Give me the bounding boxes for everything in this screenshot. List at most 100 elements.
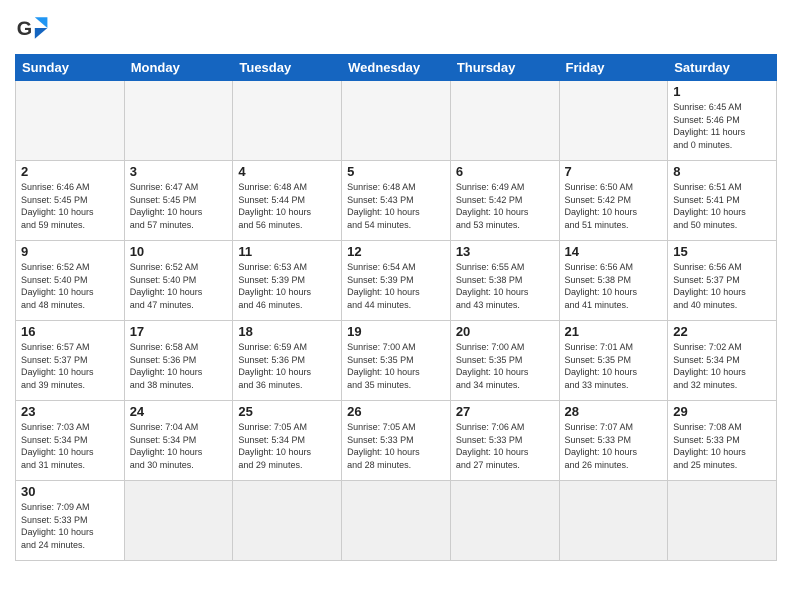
calendar-cell: 4 Sunrise: 6:48 AM Sunset: 5:44 PM Daylig… bbox=[233, 161, 342, 241]
day-number: 27 bbox=[456, 404, 554, 419]
day-number: 16 bbox=[21, 324, 119, 339]
calendar-cell: 24Sunrise: 7:04 AM Sunset: 5:34 PM Dayli… bbox=[124, 401, 233, 481]
calendar-cell: 9 Sunrise: 6:52 AM Sunset: 5:40 PM Daylig… bbox=[16, 241, 125, 321]
calendar-cell bbox=[16, 81, 125, 161]
day-info: Sunrise: 7:09 AM Sunset: 5:33 PM Dayligh… bbox=[21, 501, 119, 551]
calendar-cell: 11 Sunrise: 6:53 AM Sunset: 5:39 PM Dayli… bbox=[233, 241, 342, 321]
day-number: 21 bbox=[565, 324, 663, 339]
calendar-cell bbox=[559, 81, 668, 161]
day-info: Sunrise: 7:00 AM Sunset: 5:35 PM Dayligh… bbox=[456, 341, 554, 391]
day-number: 18 bbox=[238, 324, 336, 339]
calendar-cell: 16Sunrise: 6:57 AM Sunset: 5:37 PM Dayli… bbox=[16, 321, 125, 401]
calendar-week-4: 23 Sunrise: 7:03 AM Sunset: 5:34 PM Dayli… bbox=[16, 401, 777, 481]
calendar-cell: 8 Sunrise: 6:51 AM Sunset: 5:41 PM Daylig… bbox=[668, 161, 777, 241]
day-info: Sunrise: 6:49 AM Sunset: 5:42 PM Dayligh… bbox=[456, 181, 554, 231]
calendar-cell: 19 Sunrise: 7:00 AM Sunset: 5:35 PM Dayli… bbox=[342, 321, 451, 401]
calendar-cell: 10Sunrise: 6:52 AM Sunset: 5:40 PM Dayli… bbox=[124, 241, 233, 321]
day-number: 19 bbox=[347, 324, 445, 339]
day-info: Sunrise: 6:52 AM Sunset: 5:40 PM Dayligh… bbox=[130, 261, 228, 311]
calendar-cell bbox=[342, 481, 451, 561]
calendar-cell: 20 Sunrise: 7:00 AM Sunset: 5:35 PM Dayli… bbox=[450, 321, 559, 401]
calendar-week-2: 9 Sunrise: 6:52 AM Sunset: 5:40 PM Daylig… bbox=[16, 241, 777, 321]
calendar-cell: 18 Sunrise: 6:59 AM Sunset: 5:36 PM Dayli… bbox=[233, 321, 342, 401]
calendar-cell bbox=[233, 481, 342, 561]
day-info: Sunrise: 7:00 AM Sunset: 5:35 PM Dayligh… bbox=[347, 341, 445, 391]
day-number: 15 bbox=[673, 244, 771, 259]
calendar-cell: 30Sunrise: 7:09 AM Sunset: 5:33 PM Dayli… bbox=[16, 481, 125, 561]
day-number: 2 bbox=[21, 164, 119, 179]
calendar-week-5: 30Sunrise: 7:09 AM Sunset: 5:33 PM Dayli… bbox=[16, 481, 777, 561]
day-info: Sunrise: 7:04 AM Sunset: 5:34 PM Dayligh… bbox=[130, 421, 228, 471]
day-number: 13 bbox=[456, 244, 554, 259]
day-number: 23 bbox=[21, 404, 119, 419]
day-number: 1 bbox=[673, 84, 771, 99]
day-info: Sunrise: 7:03 AM Sunset: 5:34 PM Dayligh… bbox=[21, 421, 119, 471]
day-info: Sunrise: 6:45 AM Sunset: 5:46 PM Dayligh… bbox=[673, 101, 771, 151]
day-number: 8 bbox=[673, 164, 771, 179]
col-header-tuesday: Tuesday bbox=[233, 55, 342, 81]
day-info: Sunrise: 6:53 AM Sunset: 5:39 PM Dayligh… bbox=[238, 261, 336, 311]
calendar-cell: 25 Sunrise: 7:05 AM Sunset: 5:34 PM Dayli… bbox=[233, 401, 342, 481]
col-header-sunday: Sunday bbox=[16, 55, 125, 81]
calendar-cell: 13 Sunrise: 6:55 AM Sunset: 5:38 PM Dayli… bbox=[450, 241, 559, 321]
day-info: Sunrise: 6:50 AM Sunset: 5:42 PM Dayligh… bbox=[565, 181, 663, 231]
day-info: Sunrise: 6:55 AM Sunset: 5:38 PM Dayligh… bbox=[456, 261, 554, 311]
day-number: 9 bbox=[21, 244, 119, 259]
col-header-monday: Monday bbox=[124, 55, 233, 81]
day-info: Sunrise: 6:48 AM Sunset: 5:44 PM Dayligh… bbox=[238, 181, 336, 231]
calendar-cell: 22 Sunrise: 7:02 AM Sunset: 5:34 PM Dayli… bbox=[668, 321, 777, 401]
header: G bbox=[15, 10, 777, 46]
calendar-cell: 15 Sunrise: 6:56 AM Sunset: 5:37 PM Dayli… bbox=[668, 241, 777, 321]
calendar-cell: 29 Sunrise: 7:08 AM Sunset: 5:33 PM Dayli… bbox=[668, 401, 777, 481]
day-info: Sunrise: 7:06 AM Sunset: 5:33 PM Dayligh… bbox=[456, 421, 554, 471]
calendar-header-row: SundayMondayTuesdayWednesdayThursdayFrid… bbox=[16, 55, 777, 81]
logo: G bbox=[15, 10, 55, 46]
day-number: 25 bbox=[238, 404, 336, 419]
day-number: 29 bbox=[673, 404, 771, 419]
day-number: 20 bbox=[456, 324, 554, 339]
calendar-cell bbox=[342, 81, 451, 161]
calendar-cell bbox=[124, 81, 233, 161]
day-info: Sunrise: 6:47 AM Sunset: 5:45 PM Dayligh… bbox=[130, 181, 228, 231]
svg-text:G: G bbox=[17, 18, 32, 40]
calendar-cell bbox=[450, 81, 559, 161]
calendar-cell: 3Sunrise: 6:47 AM Sunset: 5:45 PM Daylig… bbox=[124, 161, 233, 241]
calendar-cell bbox=[450, 481, 559, 561]
day-info: Sunrise: 6:52 AM Sunset: 5:40 PM Dayligh… bbox=[21, 261, 119, 311]
col-header-wednesday: Wednesday bbox=[342, 55, 451, 81]
calendar-cell bbox=[233, 81, 342, 161]
day-info: Sunrise: 6:56 AM Sunset: 5:38 PM Dayligh… bbox=[565, 261, 663, 311]
day-info: Sunrise: 7:08 AM Sunset: 5:33 PM Dayligh… bbox=[673, 421, 771, 471]
calendar-cell bbox=[559, 481, 668, 561]
day-info: Sunrise: 6:56 AM Sunset: 5:37 PM Dayligh… bbox=[673, 261, 771, 311]
calendar-cell: 23 Sunrise: 7:03 AM Sunset: 5:34 PM Dayli… bbox=[16, 401, 125, 481]
day-info: Sunrise: 6:59 AM Sunset: 5:36 PM Dayligh… bbox=[238, 341, 336, 391]
day-number: 7 bbox=[565, 164, 663, 179]
calendar-cell: 27 Sunrise: 7:06 AM Sunset: 5:33 PM Dayli… bbox=[450, 401, 559, 481]
day-number: 28 bbox=[565, 404, 663, 419]
page: G SundayMondayTuesdayWednesdayThursdayFr… bbox=[0, 0, 792, 571]
day-info: Sunrise: 6:48 AM Sunset: 5:43 PM Dayligh… bbox=[347, 181, 445, 231]
day-number: 6 bbox=[456, 164, 554, 179]
day-info: Sunrise: 7:02 AM Sunset: 5:34 PM Dayligh… bbox=[673, 341, 771, 391]
logo-icon: G bbox=[15, 10, 51, 46]
day-number: 4 bbox=[238, 164, 336, 179]
calendar-week-3: 16Sunrise: 6:57 AM Sunset: 5:37 PM Dayli… bbox=[16, 321, 777, 401]
day-number: 5 bbox=[347, 164, 445, 179]
col-header-saturday: Saturday bbox=[668, 55, 777, 81]
calendar-cell: 21Sunrise: 7:01 AM Sunset: 5:35 PM Dayli… bbox=[559, 321, 668, 401]
day-number: 11 bbox=[238, 244, 336, 259]
day-number: 26 bbox=[347, 404, 445, 419]
calendar-cell: 28 Sunrise: 7:07 AM Sunset: 5:33 PM Dayli… bbox=[559, 401, 668, 481]
day-info: Sunrise: 7:07 AM Sunset: 5:33 PM Dayligh… bbox=[565, 421, 663, 471]
calendar-cell: 7 Sunrise: 6:50 AM Sunset: 5:42 PM Daylig… bbox=[559, 161, 668, 241]
day-info: Sunrise: 6:51 AM Sunset: 5:41 PM Dayligh… bbox=[673, 181, 771, 231]
calendar-cell: 6 Sunrise: 6:49 AM Sunset: 5:42 PM Daylig… bbox=[450, 161, 559, 241]
day-number: 22 bbox=[673, 324, 771, 339]
day-info: Sunrise: 7:05 AM Sunset: 5:34 PM Dayligh… bbox=[238, 421, 336, 471]
calendar-cell bbox=[124, 481, 233, 561]
day-info: Sunrise: 7:05 AM Sunset: 5:33 PM Dayligh… bbox=[347, 421, 445, 471]
calendar-cell: 14Sunrise: 6:56 AM Sunset: 5:38 PM Dayli… bbox=[559, 241, 668, 321]
calendar-cell bbox=[668, 481, 777, 561]
day-info: Sunrise: 6:54 AM Sunset: 5:39 PM Dayligh… bbox=[347, 261, 445, 311]
